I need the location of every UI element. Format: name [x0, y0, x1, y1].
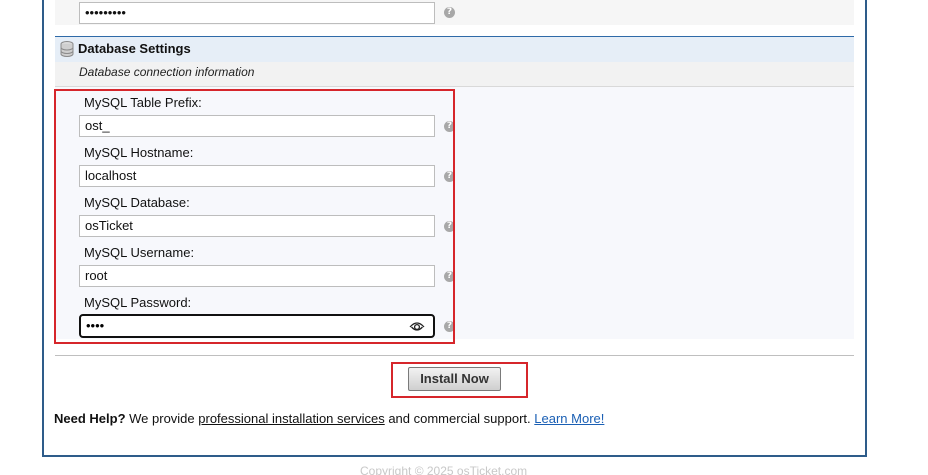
help-icon[interactable]: ? — [444, 7, 455, 18]
help-text-2: and commercial support. — [384, 411, 535, 426]
professional-installation-services-link[interactable]: professional installation services — [198, 411, 384, 426]
previous-field-row: ••••••••• ? — [55, 0, 854, 25]
install-now-button[interactable]: Install Now — [408, 367, 501, 391]
section-subtitle-row: Database connection information — [55, 62, 854, 87]
help-text-1: We provide — [125, 411, 199, 426]
fields-highlight-box — [54, 89, 455, 344]
installer-panel: ••••••••• ? Database Settings Database c… — [42, 0, 867, 457]
learn-more-link[interactable]: Learn More! — [534, 411, 604, 426]
footer-copyright: Copyright © 2025 osTicket.com — [360, 464, 528, 475]
help-line: Need Help? We provide professional insta… — [54, 411, 604, 426]
previous-password-input[interactable]: ••••••••• — [79, 2, 435, 24]
database-icon — [60, 41, 74, 57]
page: ••••••••• ? Database Settings Database c… — [0, 0, 928, 475]
section-title: Database Settings — [78, 41, 191, 56]
help-heading: Need Help? — [54, 411, 126, 426]
section-subtitle: Database connection information — [79, 65, 255, 79]
divider — [55, 355, 854, 356]
section-header: Database Settings — [55, 36, 854, 63]
